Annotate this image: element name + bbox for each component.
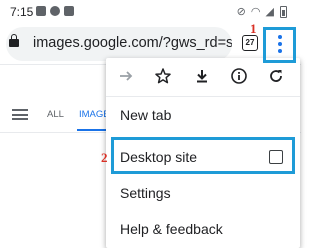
browser-menu: New tab Desktop site Settings Help & fee… <box>106 58 300 248</box>
menu-divider <box>106 96 300 97</box>
status-time: 7:15 <box>10 5 34 19</box>
menu-item-new-tab[interactable]: New tab <box>106 98 300 132</box>
menu-icon-row <box>106 58 300 94</box>
menu-dot-icon <box>278 42 282 46</box>
whatsapp-icon <box>50 6 60 16</box>
desktop-site-checkbox[interactable] <box>269 150 283 164</box>
step-number-2: 2 <box>101 150 108 165</box>
forward-icon[interactable] <box>117 67 135 85</box>
signal-icons: ⊘ ◠ ◢ <box>236 6 275 18</box>
menu-dot-icon <box>278 49 282 53</box>
battery-icon <box>280 6 287 18</box>
refresh-icon[interactable] <box>267 67 285 85</box>
menu-item-settings[interactable]: Settings <box>106 176 300 210</box>
gmail-icon <box>64 6 74 16</box>
menu-item-label: Settings <box>120 185 171 201</box>
url-text[interactable]: images.google.com/?gws_rd=ssl <box>33 35 232 51</box>
menu-item-desktop-site[interactable]: Desktop site <box>106 140 300 174</box>
hamburger-icon[interactable] <box>12 109 28 120</box>
address-bar[interactable]: images.google.com/?gws_rd=ssl <box>6 27 232 61</box>
active-tab-indicator <box>77 129 107 131</box>
info-icon[interactable] <box>230 67 248 85</box>
tab-all[interactable]: ALL <box>47 109 64 120</box>
menu-dot-icon <box>278 35 282 39</box>
step-number-1: 1 <box>250 21 257 36</box>
menu-button[interactable] <box>265 27 295 61</box>
menu-item-help-feedback[interactable]: Help & feedback <box>106 212 300 246</box>
menu-item-label: Help & feedback <box>120 221 223 237</box>
menu-item-label: New tab <box>120 107 172 123</box>
menu-item-label: Desktop site <box>120 149 198 165</box>
download-icon[interactable] <box>193 67 211 85</box>
star-icon[interactable] <box>154 67 172 85</box>
tab-switcher-button[interactable]: 27 <box>242 35 258 51</box>
lock-icon <box>9 34 19 47</box>
notification-icon <box>36 6 46 16</box>
